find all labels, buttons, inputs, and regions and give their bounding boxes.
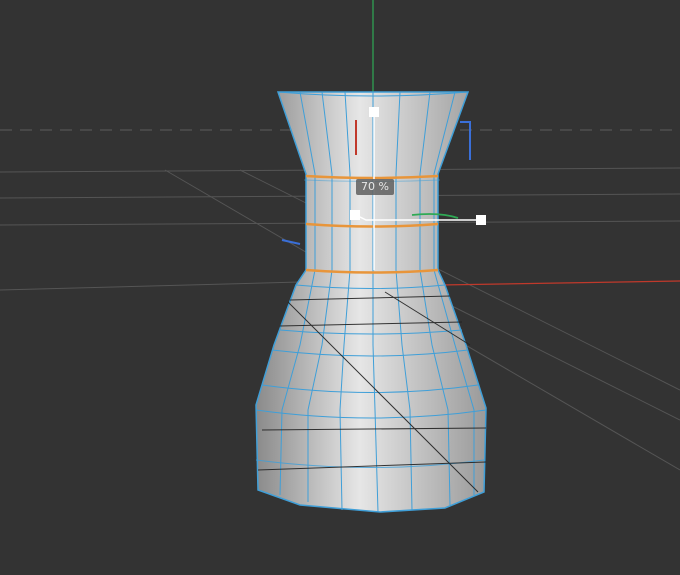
scale-percent-label: 70 % bbox=[356, 179, 394, 195]
3d-viewport[interactable]: 70 % bbox=[0, 0, 680, 575]
viewport-canvas[interactable] bbox=[0, 0, 680, 575]
gizmo-handle-top[interactable] bbox=[369, 107, 379, 117]
vase-mesh[interactable] bbox=[255, 91, 487, 513]
x-axis-line bbox=[439, 280, 680, 286]
gizmo-handle-left[interactable] bbox=[350, 210, 360, 220]
gizmo-handle-right[interactable] bbox=[476, 215, 486, 225]
